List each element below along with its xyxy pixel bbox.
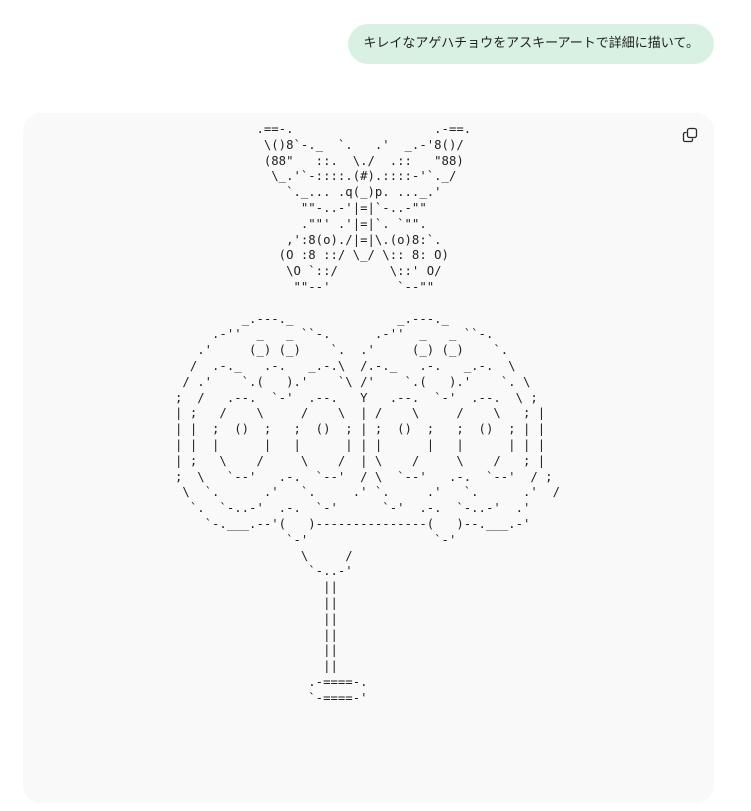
copy-button[interactable]	[680, 125, 700, 145]
copy-icon	[682, 127, 698, 143]
user-message-text: キレイなアゲハチョウをアスキーアートで詳細に描いて。	[363, 36, 699, 51]
ascii-art-code-block: .==-. .-==. \()8`-._ `. .' _.-'8()/ (88"…	[23, 113, 714, 803]
ascii-butterfly-art: .==-. .-==. \()8`-._ `. .' _.-'8()/ (88"…	[175, 122, 560, 705]
user-message-bubble: キレイなアゲハチョウをアスキーアートで詳細に描いて。	[348, 24, 714, 64]
